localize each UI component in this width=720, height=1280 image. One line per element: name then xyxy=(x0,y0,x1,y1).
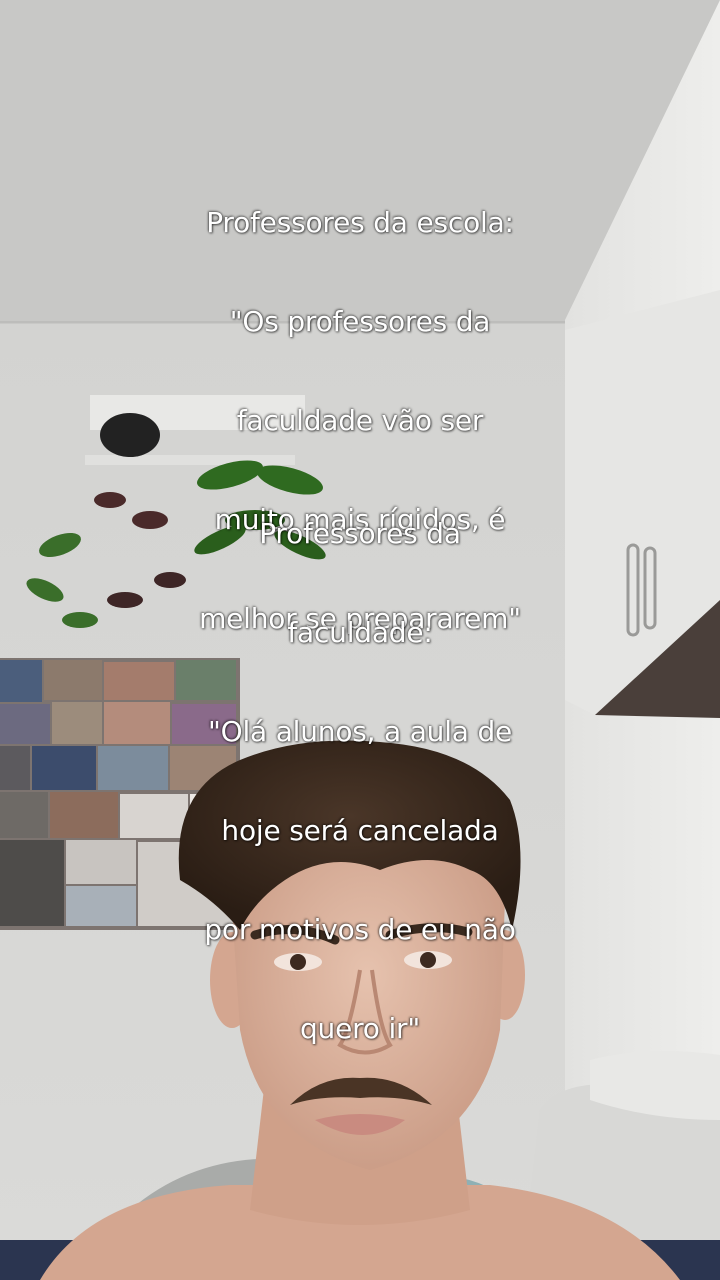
caption-line: Professores da xyxy=(259,516,461,550)
caption-line: "Olá alunos, a aula de xyxy=(207,714,513,748)
caption-line: Professores da escola: xyxy=(206,205,514,239)
caption-line: "Os professores da xyxy=(229,304,491,338)
caption-line: por motivos de eu não xyxy=(204,912,516,946)
caption-line: faculdade: xyxy=(287,615,433,649)
video-frame: Professores da escola: "Os professores d… xyxy=(0,0,720,1280)
caption-line: hoje será cancelada xyxy=(221,813,499,847)
caption-block-college: Professores da faculdade: "Olá alunos, a… xyxy=(0,459,720,1103)
caption-line: quero ir" xyxy=(299,1011,421,1045)
caption-line: faculdade vão ser xyxy=(236,403,484,437)
